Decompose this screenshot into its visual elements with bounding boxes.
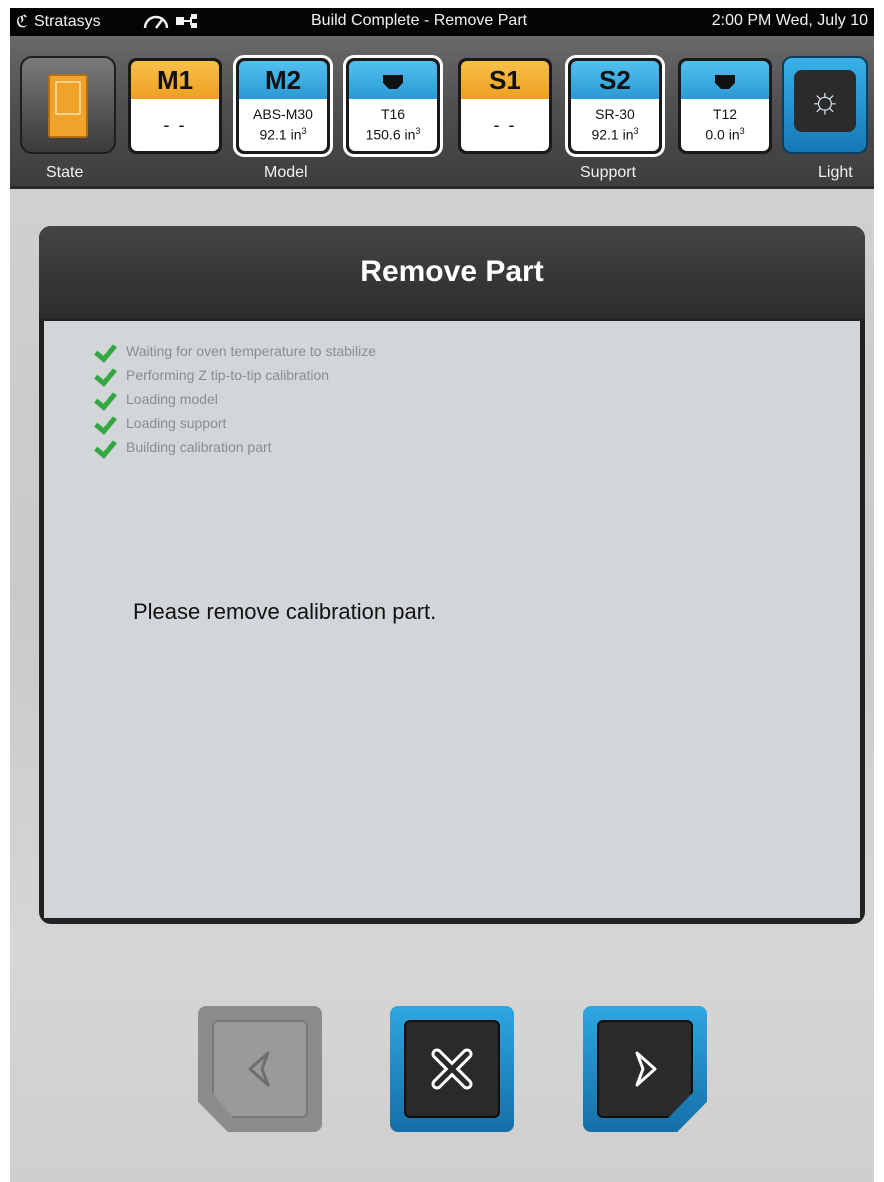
printer-screen: ℭ Stratasys Build Complete - Remove Part… [10, 8, 874, 1182]
tile-s2-material: SR-30 [595, 106, 635, 123]
dialog-message: Please remove calibration part. [133, 599, 437, 624]
light-bulb-icon: ☼ [794, 70, 856, 132]
list-item: Waiting for oven temperature to stabiliz… [92, 339, 376, 363]
tile-model-tip[interactable]: T16 150.6 in3 [346, 58, 440, 154]
brand-logo-icon: ℭ [16, 12, 28, 31]
tile-s2-volume: 92.1 in3 [591, 126, 639, 143]
tile-s2[interactable]: S2 SR-30 92.1 in3 [568, 58, 662, 154]
tile-s1-value: - - [493, 114, 517, 135]
material-toolbar: M1 - - M2 ABS-M30 92.1 in3 T16 150.6 in3… [10, 36, 874, 189]
nozzle-icon [715, 75, 735, 89]
dialog-title: Remove Part [39, 226, 865, 318]
tile-s1-header: S1 [461, 61, 549, 99]
next-button[interactable] [583, 1006, 707, 1132]
remove-part-dialog: Remove Part Waiting for oven temperature… [39, 226, 865, 924]
check-icon [92, 341, 116, 361]
state-label: State [46, 164, 84, 181]
back-arrow-icon [248, 1051, 270, 1087]
tile-support-tip[interactable]: T12 0.0 in3 [678, 58, 772, 154]
brand: ℭ Stratasys [16, 12, 101, 32]
tile-m2[interactable]: M2 ABS-M30 92.1 in3 [236, 58, 330, 154]
nozzle-icon [383, 75, 403, 89]
tile-support-tip-name: T12 [712, 106, 738, 123]
gauge-icon [142, 11, 170, 36]
back-button[interactable] [198, 1006, 322, 1132]
support-label: Support [580, 164, 637, 181]
tile-s2-header: S2 [571, 61, 659, 99]
tile-model-tip-volume: 150.6 in3 [365, 126, 421, 143]
status-clock: 2:00 PM Wed, July 10 [711, 12, 868, 29]
light-label: Light [818, 164, 853, 181]
list-item: Performing Z tip-to-tip calibration [92, 363, 376, 387]
state-button[interactable] [20, 56, 116, 154]
network-icon [175, 12, 201, 35]
status-bar: ℭ Stratasys Build Complete - Remove Part… [10, 8, 874, 36]
tile-m2-header: M2 [239, 61, 327, 99]
step-list: Waiting for oven temperature to stabiliz… [92, 339, 376, 459]
tile-model-tip-name: T16 [380, 106, 406, 123]
check-icon [92, 413, 116, 433]
dialog-content: Waiting for oven temperature to stabiliz… [44, 321, 860, 918]
tile-m1[interactable]: M1 - - [128, 58, 222, 154]
check-icon [92, 437, 116, 457]
printer-state-icon [48, 74, 88, 138]
brand-name: Stratasys [33, 13, 101, 30]
light-button[interactable]: ☼ [782, 56, 868, 154]
tile-s1[interactable]: S1 - - [458, 58, 552, 154]
next-arrow-icon [635, 1051, 657, 1087]
tile-m2-material: ABS-M30 [253, 106, 313, 123]
list-item: Building calibration part [92, 435, 376, 459]
close-icon [431, 1048, 473, 1090]
tile-support-tip-volume: 0.0 in3 [705, 126, 745, 143]
tile-m1-value: - - [163, 114, 187, 135]
model-label: Model [264, 164, 308, 181]
status-title: Build Complete - Remove Part [311, 12, 528, 29]
tile-m2-volume: 92.1 in3 [259, 126, 307, 143]
check-icon [92, 389, 116, 409]
list-item: Loading support [92, 411, 376, 435]
tile-m1-header: M1 [131, 61, 219, 99]
cancel-button[interactable] [390, 1006, 514, 1132]
list-item: Loading model [92, 387, 376, 411]
check-icon [92, 365, 116, 385]
